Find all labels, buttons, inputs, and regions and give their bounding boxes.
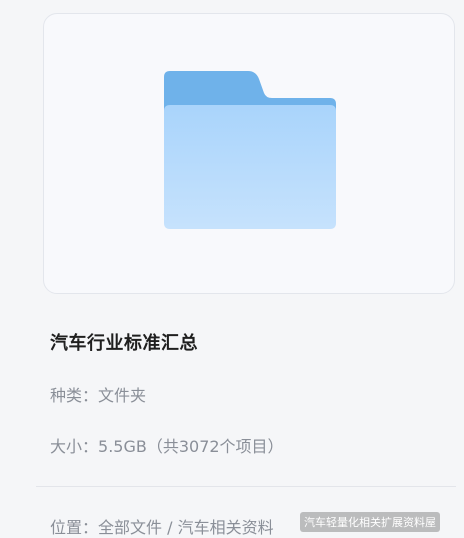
file-preview-card xyxy=(43,13,455,294)
location-row: 位置：全部文件 / 汽车相关资料 xyxy=(50,514,274,538)
size-label: 大小： xyxy=(50,437,99,456)
size-value: 5.5GB（共3072个项目） xyxy=(98,437,284,456)
location-path-link[interactable]: 全部文件 / 汽车相关资料 xyxy=(98,518,274,537)
divider xyxy=(36,486,456,487)
kind-value: 文件夹 xyxy=(98,386,147,405)
folder-icon xyxy=(164,71,336,229)
watermark: 汽车轻量化相关扩展资料屋 xyxy=(300,512,440,532)
location-label: 位置： xyxy=(50,518,99,537)
file-name: 汽车行业标准汇总 xyxy=(50,333,198,354)
kind-label: 种类： xyxy=(50,386,99,405)
kind-row: 种类：文件夹 xyxy=(50,382,146,406)
size-row: 大小：5.5GB（共3072个项目） xyxy=(50,433,284,457)
file-info-panel: 汽车行业标准汇总 种类：文件夹 大小：5.5GB（共3072个项目） 位置：全部… xyxy=(0,0,464,538)
